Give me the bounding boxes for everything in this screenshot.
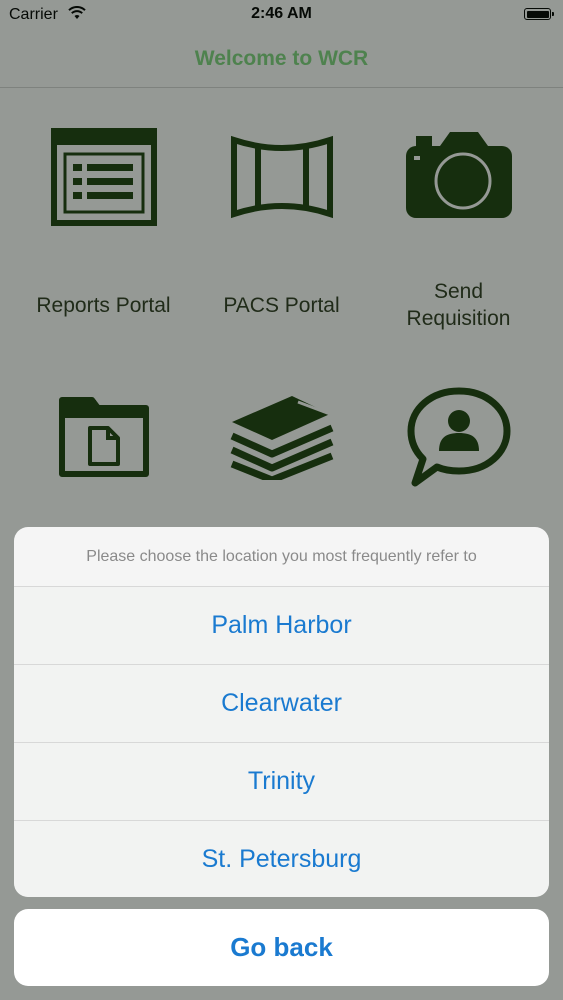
location-action-sheet: Please choose the location you most freq… bbox=[14, 527, 549, 897]
option-palm-harbor[interactable]: Palm Harbor bbox=[14, 587, 549, 665]
option-st-petersburg[interactable]: St. Petersburg bbox=[14, 821, 549, 897]
option-clearwater[interactable]: Clearwater bbox=[14, 665, 549, 743]
go-back-button[interactable]: Go back bbox=[14, 909, 549, 986]
action-sheet-message: Please choose the location you most freq… bbox=[14, 527, 549, 587]
option-trinity[interactable]: Trinity bbox=[14, 743, 549, 821]
